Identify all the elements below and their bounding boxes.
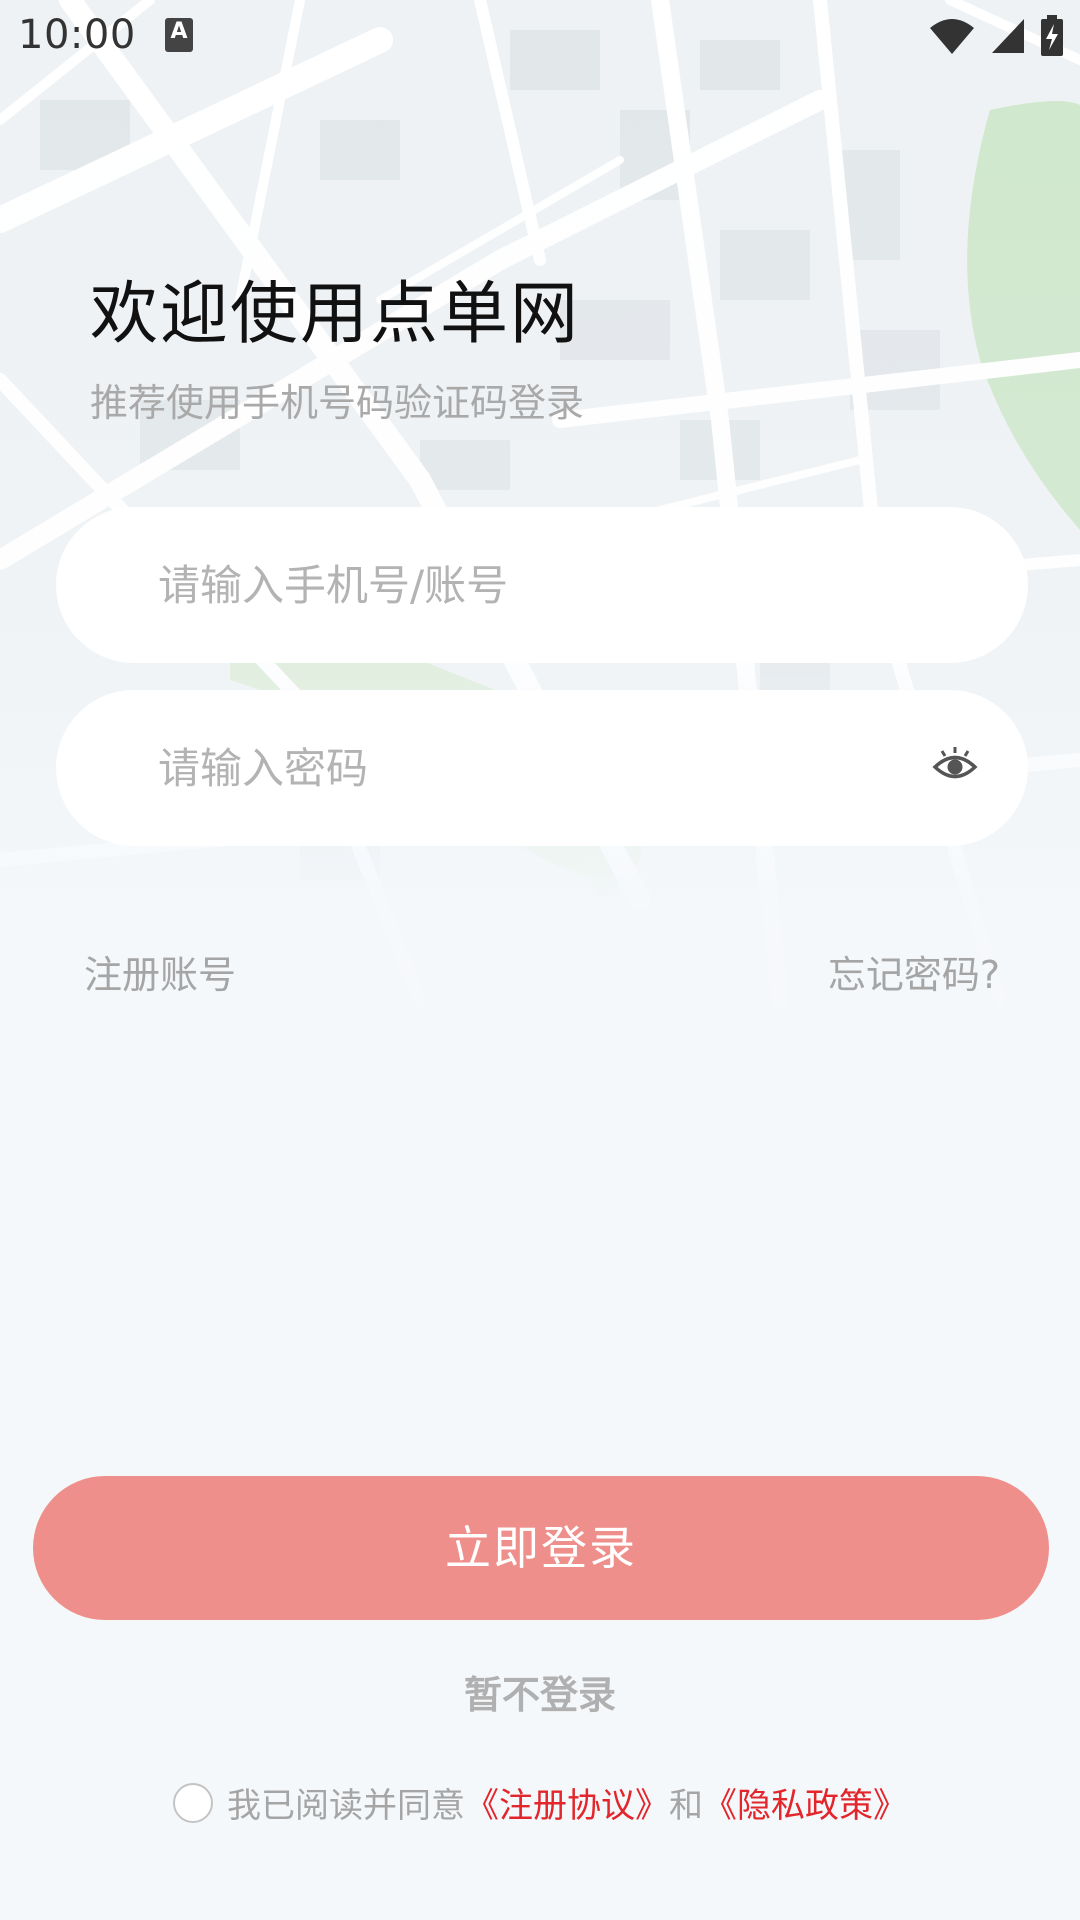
status-bar: 10:00 A (0, 0, 1080, 74)
login-screen: 10:00 A 欢迎使用点单网 推荐使用手机号码验证码登录 请输入手机号/账号 … (0, 0, 1080, 1920)
login-content: 欢迎使用点单网 推荐使用手机号码验证码登录 注册账号 忘记密码? 立即登录 暂不… (0, 0, 1080, 1920)
battery-charging-icon (1041, 15, 1063, 56)
password-field[interactable] (56, 690, 1028, 846)
agreement-conjunction: 和 (669, 1786, 703, 1826)
signal-icon (992, 19, 1024, 53)
login-button[interactable]: 立即登录 (33, 1476, 1049, 1620)
password-input[interactable] (156, 742, 840, 794)
account-field[interactable] (56, 507, 1028, 663)
account-input[interactable] (156, 559, 840, 611)
agreement-prefix: 我已阅读并同意 (227, 1786, 465, 1826)
status-time: 10:00 (18, 12, 136, 58)
register-agreement-link[interactable]: 《注册协议》 (465, 1778, 669, 1827)
agreement-checkbox[interactable] (173, 1782, 213, 1823)
register-link[interactable]: 注册账号 (84, 944, 236, 999)
page-subtitle: 推荐使用手机号码验证码登录 (90, 381, 585, 425)
agreement-row: 我已阅读并同意 《注册协议》 和 《隐私政策》 (0, 1778, 1080, 1827)
status-icons (928, 14, 1064, 58)
skip-login-button[interactable]: 暂不登录 (0, 1664, 1080, 1719)
notification-icon: A (165, 18, 193, 52)
wifi-icon (930, 19, 974, 54)
eye-icon[interactable] (932, 744, 978, 790)
page-title: 欢迎使用点单网 (90, 275, 581, 354)
privacy-policy-link[interactable]: 《隐私政策》 (703, 1778, 907, 1827)
forgot-password-link[interactable]: 忘记密码? (828, 944, 1000, 999)
